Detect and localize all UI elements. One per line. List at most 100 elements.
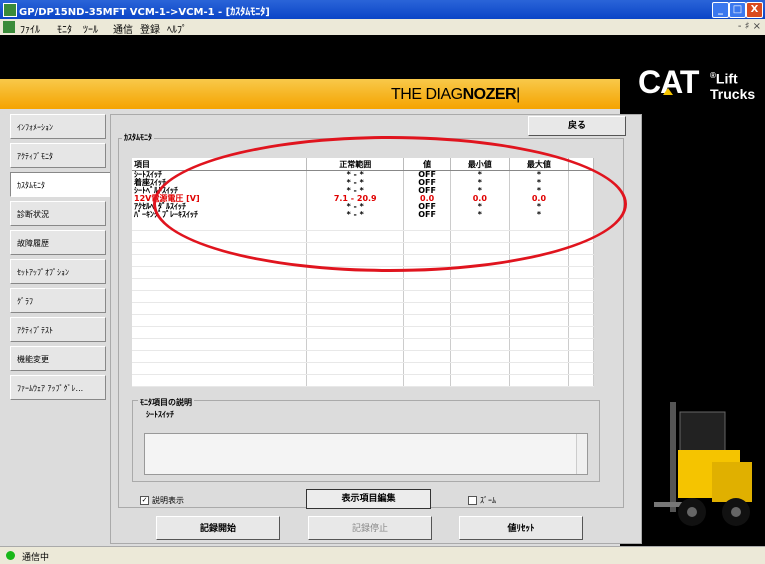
monitor-title: ｶｽﾀﾑﾓﾆﾀ: [122, 132, 154, 143]
empty-row: [132, 350, 594, 363]
show-desc-label: 説明表示: [152, 496, 184, 505]
edit-display-button[interactable]: 表示項目編集: [306, 489, 431, 509]
empty-cell: [450, 314, 510, 327]
empty-cell: [403, 302, 451, 315]
menu-monitor[interactable]: ﾓﾆﾀ: [57, 21, 72, 36]
empty-cell: [403, 338, 451, 351]
empty-cell: [450, 266, 510, 279]
empty-cell: [450, 278, 510, 291]
sidebar-item-active-test[interactable]: ｱｸﾃｨﾌﾞﾃｽﾄ: [10, 317, 106, 342]
col-spare: [568, 158, 594, 171]
sidebar-item-custom-monitor[interactable]: ｶｽﾀﾑﾓﾆﾀ: [10, 172, 112, 197]
empty-cell: [509, 326, 570, 339]
empty-cell: [450, 219, 510, 231]
empty-cell: [450, 302, 510, 315]
empty-cell: [132, 242, 307, 255]
empty-cell: [568, 254, 594, 267]
empty-cell: [306, 338, 405, 351]
sidebar-item-diagnosis[interactable]: 診断状況: [10, 201, 106, 226]
minimize-button[interactable]: _: [712, 2, 729, 18]
show-desc-checkbox[interactable]: ✓ 説明表示: [140, 495, 184, 506]
empty-cell: [568, 230, 594, 243]
sidebar-item-setup-options[interactable]: ｾｯﾄｱｯﾌﾟｵﾌﾟｼｮﾝ: [10, 259, 106, 284]
description-scrollbar[interactable]: [576, 434, 587, 474]
sidebar-item-firmware-upgrade[interactable]: ﾌｧｰﾑｳｪｱ ｱｯﾌﾟｸﾞﾚ...: [10, 375, 106, 400]
menu-help[interactable]: ﾍﾙﾌﾟ: [167, 21, 187, 36]
empty-cell: [306, 230, 405, 243]
empty-cell: [403, 350, 451, 363]
col-range[interactable]: 正常範囲: [306, 158, 405, 171]
empty-cell: [132, 350, 307, 363]
sidebar-item-fault-history[interactable]: 故障履歴: [10, 230, 106, 255]
empty-cell: [403, 314, 451, 327]
menu-comm[interactable]: 通信: [113, 21, 133, 36]
col-max[interactable]: 最大値: [509, 158, 570, 171]
empty-cell: [509, 242, 570, 255]
empty-cell: [403, 266, 451, 279]
empty-cell: [403, 326, 451, 339]
status-text: 通信中: [22, 553, 50, 563]
zoom-checkbox[interactable]: ｽﾞｰﾑ: [468, 495, 496, 506]
empty-cell: [568, 350, 594, 363]
cell-spare: [568, 187, 594, 195]
menu-bar: ﾌｧｲﾙ ﾓﾆﾀ ﾂｰﾙ 通信 登録 ﾍﾙﾌﾟ - ♯ ×: [0, 19, 765, 36]
reset-values-button[interactable]: 値ﾘｾｯﾄ: [459, 516, 583, 540]
empty-cell: [509, 302, 570, 315]
empty-cell: [450, 362, 510, 375]
empty-cell: [306, 374, 405, 387]
close-button[interactable]: X: [746, 2, 763, 18]
empty-cell: [568, 242, 594, 255]
empty-cell: [509, 338, 570, 351]
col-item[interactable]: 項目: [132, 158, 307, 171]
brand-suffix: NOZER: [462, 86, 517, 103]
menu-file[interactable]: ﾌｧｲﾙ: [20, 21, 40, 36]
logo-lift: Lift: [715, 70, 738, 87]
sidebar-item-function-change[interactable]: 機能変更: [10, 346, 106, 371]
empty-row: [132, 278, 594, 291]
empty-cell: [509, 254, 570, 267]
col-min[interactable]: 最小値: [450, 158, 510, 171]
sidebar-item-active-monitor[interactable]: ｱｸﾃｨﾌﾞﾓﾆﾀ: [10, 143, 106, 168]
sidebar-item-information[interactable]: ｲﾝﾌｫﾒｰｼｮﾝ: [10, 114, 106, 139]
maximize-button[interactable]: □: [729, 2, 746, 18]
empty-cell: [450, 254, 510, 267]
menu-tools[interactable]: ﾂｰﾙ: [83, 21, 98, 36]
empty-cell: [132, 326, 307, 339]
mdi-controls[interactable]: - ♯ ×: [738, 21, 761, 32]
empty-cell: [509, 350, 570, 363]
empty-cell: [132, 362, 307, 375]
status-bar: 通信中: [0, 546, 765, 564]
table-row[interactable]: ﾊﾟｰｷﾝｸﾞﾌﾞﾚｰｷｽｲｯﾁ * - * OFF * *: [132, 211, 594, 219]
cell-value: OFF: [403, 211, 451, 219]
menu-app-icon: [3, 21, 15, 33]
empty-cell: [306, 266, 405, 279]
empty-cell: [403, 219, 451, 231]
empty-cell: [509, 278, 570, 291]
empty-cell: [132, 278, 307, 291]
sidebar-item-graph[interactable]: ｸﾞﾗﾌ: [10, 288, 106, 313]
back-button[interactable]: 戻る: [528, 116, 626, 136]
empty-cell: [132, 374, 307, 387]
empty-cell: [132, 290, 307, 303]
menu-register[interactable]: 登録: [140, 21, 160, 36]
empty-row: [132, 219, 594, 231]
empty-cell: [450, 290, 510, 303]
logo-triangle-icon: [663, 88, 673, 95]
brand-text: THE DIAGNOZER|: [391, 86, 520, 103]
logo-cat: CAT: [638, 64, 699, 100]
record-start-button[interactable]: 記録開始: [156, 516, 280, 540]
empty-cell: [132, 302, 307, 315]
cell-max: *: [509, 211, 570, 219]
col-value[interactable]: 値: [403, 158, 451, 171]
zoom-check[interactable]: [468, 496, 477, 505]
empty-cell: [450, 338, 510, 351]
description-text: [144, 433, 588, 475]
empty-cell: [509, 219, 570, 231]
status-indicator-icon: [6, 551, 15, 560]
empty-cell: [132, 338, 307, 351]
logo-trucks: Trucks: [710, 85, 756, 102]
sidebar: ｲﾝﾌｫﾒｰｼｮﾝ ｱｸﾃｨﾌﾞﾓﾆﾀ ｶｽﾀﾑﾓﾆﾀ 診断状況 故障履歴 ｾｯ…: [10, 114, 112, 404]
show-desc-check[interactable]: ✓: [140, 496, 149, 505]
record-stop-button[interactable]: 記録停止: [308, 516, 432, 540]
description-item: ｼｰﾄｽｲｯﾁ: [146, 410, 174, 419]
